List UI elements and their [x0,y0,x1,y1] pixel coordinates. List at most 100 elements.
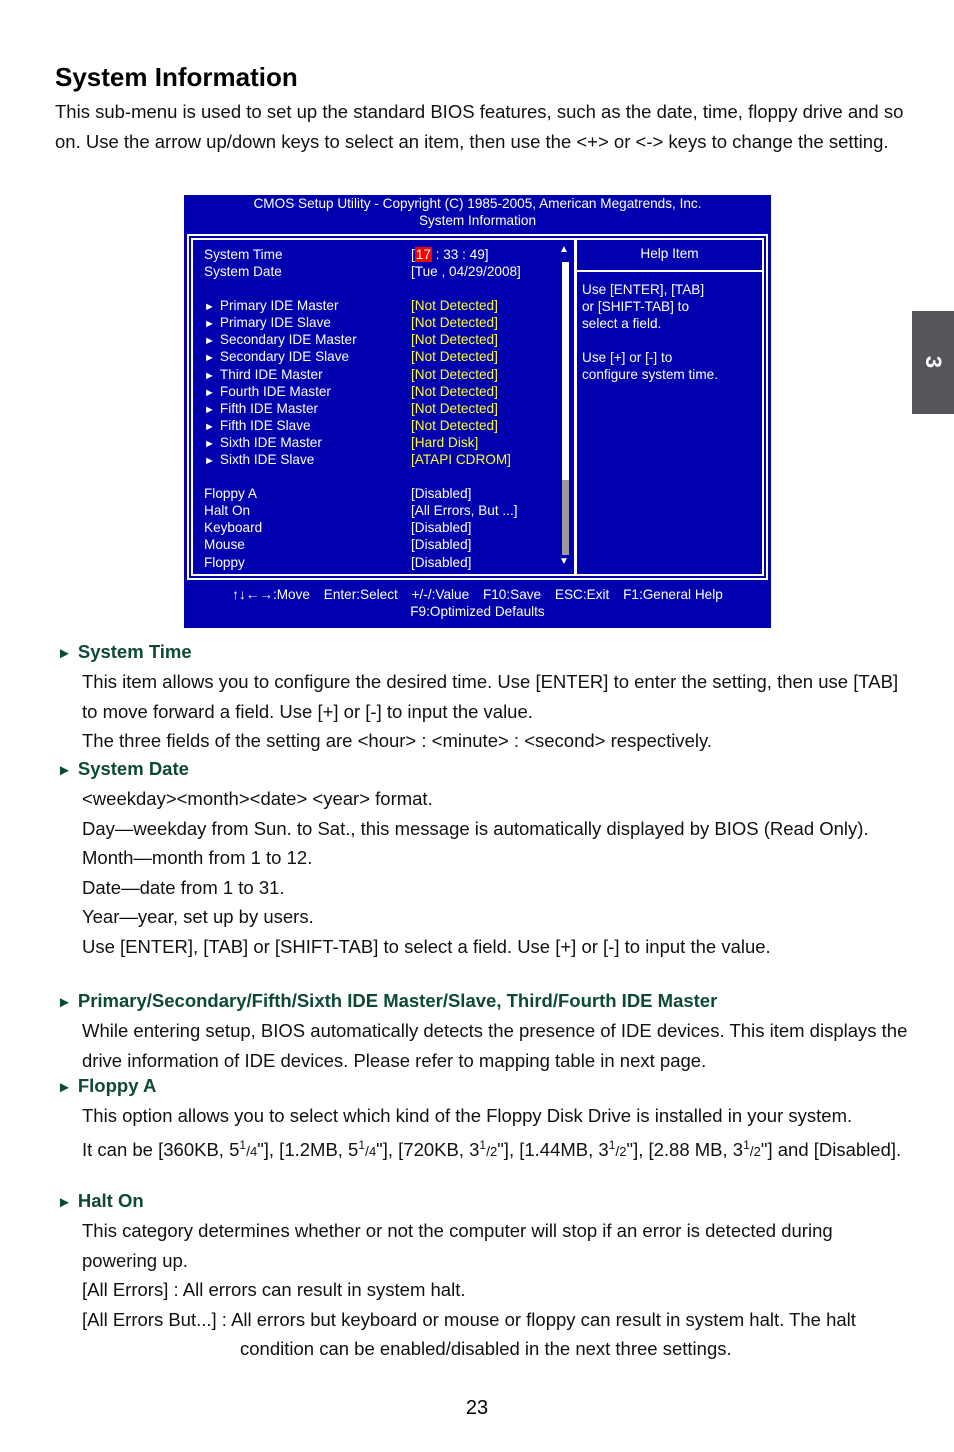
setting-row[interactable]: ► Sixth IDE Slave [ATAPI CDROM] [204,451,554,468]
fraction-denominator: 2 [619,1143,627,1159]
help-text: Use [ENTER], [TAB] or [SHIFT-TAB] to sel… [582,281,760,400]
setting-row[interactable]: ► Primary IDE Slave [Not Detected] [204,314,554,331]
help-title: Help Item [640,246,699,261]
setting-value[interactable]: [All Errors, But ...] [411,502,518,519]
system-time-description: This item allows you to configure the de… [82,667,912,756]
time-rest: : 33 : 49] [431,247,489,262]
setting-value[interactable]: [Disabled] [411,554,471,571]
setting-label-text: Mouse [204,537,245,553]
setting-system-date[interactable]: System Date [Tue , 04/29/2008] [204,263,554,280]
page-title: System Information [55,62,298,92]
setting-value[interactable]: [Hard Disk] [411,434,478,451]
bios-inner-frame: System Time [17 : 33 : 49] System Date [… [191,238,764,576]
setting-value[interactable]: [Not Detected] [411,383,498,400]
setting-value[interactable]: [17 : 33 : 49] [411,246,489,263]
setting-value[interactable]: [Not Detected] [411,297,498,314]
submenu-arrow-icon: ► [204,437,215,450]
key-save: F10:Save [482,587,542,602]
key-defaults: F9:Optimized Defaults [410,604,545,619]
setting-label: Keyboard [204,519,262,536]
setting-value[interactable]: [Disabled] [411,519,471,536]
setting-row[interactable]: ► Fourth IDE Master [Not Detected] [204,383,554,400]
help-line: configure system time. [582,367,718,382]
time-hour-field[interactable]: 17 [414,247,432,262]
help-line: select a field. [582,316,662,331]
paragraph-line: While entering setup, BIOS automatically… [82,1020,908,1071]
setting-value[interactable]: [Not Detected] [411,314,498,331]
fraction-denominator: 2 [753,1143,761,1159]
paragraph-line: This item allows you to configure the de… [82,671,899,722]
setting-value[interactable]: [Disabled] [411,485,471,502]
bullet-arrow-icon: ► [57,762,72,779]
setting-row[interactable]: Floppy A [Disabled] [204,485,554,502]
key-value: +/-/:Value [411,587,470,602]
system-date-description: <weekday><month><date> <year> format. Da… [82,784,912,961]
ide-description: While entering setup, BIOS automatically… [82,1016,912,1075]
setting-value[interactable]: [Not Detected] [411,400,498,417]
setting-row[interactable]: ► Third IDE Master [Not Detected] [204,366,554,383]
setting-row[interactable]: ► Fifth IDE Master [Not Detected] [204,400,554,417]
paragraph-line: This option allows you to select which k… [82,1105,853,1126]
setting-row[interactable]: ► Primary IDE Master [Not Detected] [204,297,554,314]
floppy-a-description: This option allows you to select which k… [82,1101,912,1166]
setting-row[interactable]: Keyboard [Disabled] [204,519,554,536]
submenu-arrow-icon: ► [204,403,215,416]
chapter-number: 3 [921,355,946,369]
submenu-arrow-icon: ► [204,318,215,331]
setting-value[interactable]: [Not Detected] [411,331,498,348]
heading-halt-on: ► Halt On [57,1190,144,1212]
setting-value[interactable]: [Tue , 04/29/2008] [411,263,521,280]
scrollbar-thumb[interactable] [562,262,569,480]
setting-label: System Time [204,247,283,262]
setting-value[interactable]: [Not Detected] [411,417,498,434]
help-divider [577,270,762,272]
bullet-arrow-icon: ► [57,1194,72,1211]
bios-key-legend: ↑↓←→:Move Enter:Select +/-/:Value F10:Sa… [184,586,771,620]
heading-text: System Time [77,641,192,662]
setting-label-text: Floppy [204,554,245,570]
setting-value[interactable]: [Disabled] [411,536,471,553]
bios-screen-title: System Information [418,213,537,228]
bios-frame: System Time [17 : 33 : 49] System Date [… [187,234,768,580]
bullet-arrow-icon: ► [57,1079,72,1096]
setting-system-time[interactable]: System Time [17 : 33 : 49] [204,246,554,263]
heading-text: Floppy A [77,1075,157,1096]
heading-ide: ► Primary/Secondary/Fifth/Sixth IDE Maste… [57,990,717,1012]
setting-row[interactable]: Mouse [Disabled] [204,536,554,553]
setting-row[interactable]: ► Fifth IDE Slave [Not Detected] [204,417,554,434]
key-help: F1:General Help [623,587,723,602]
intro-paragraph: This sub-menu is used to set up the stan… [55,101,904,152]
paragraph-line: <weekday><month><date> <year> format. [82,788,433,809]
setting-value[interactable]: [Not Detected] [411,366,498,383]
setting-label: Floppy A [204,485,257,502]
setting-row[interactable]: ► Sixth IDE Master [Hard Disk] [204,434,554,451]
paragraph-line: Month—month from 1 to 12. [82,847,313,868]
scroll-down-arrow-icon[interactable]: ▼ [559,556,569,568]
heading-system-date: ► System Date [57,758,189,780]
key-select: Enter:Select [323,587,398,602]
scroll-up-arrow-icon[interactable]: ▲ [559,244,569,256]
setting-label-text: Third IDE Master [219,366,323,382]
scrollbar-track[interactable] [562,480,569,555]
option-text: "], [720KB, 3 [376,1138,480,1160]
bios-screenshot: CMOS Setup Utility - Copyright (C) 1985-… [184,195,771,628]
setting-label-text: Secondary IDE Slave [219,349,350,365]
setting-row[interactable]: ► Secondary IDE Master [Not Detected] [204,331,554,348]
submenu-arrow-icon: ► [204,335,215,348]
floppy-options: [360KB, 51/4"], [1.2MB, 51/4"], [720KB, … [158,1137,901,1160]
fraction-numerator: 1 [743,1137,750,1152]
setting-value[interactable]: [ATAPI CDROM] [411,451,511,468]
setting-label-text: Fifth IDE Slave [219,417,311,433]
paragraph-line: This category determines whether or not … [82,1220,833,1271]
heading-text: Primary/Secondary/Fifth/Sixth IDE Master… [77,990,718,1011]
setting-row[interactable]: Floppy [Disabled] [204,554,554,571]
key-exit: ESC:Exit [554,587,610,602]
setting-label-text: Fifth IDE Master [219,400,319,416]
setting-row[interactable]: Halt On [All Errors, But ...] [204,502,554,519]
setting-value[interactable]: [Not Detected] [411,348,498,365]
setting-label: Floppy [204,554,245,571]
paragraph-line: Date—date from 1 to 31. [82,876,285,898]
setting-row[interactable]: ► Secondary IDE Slave [Not Detected] [204,348,554,365]
settings-list: System Time [17 : 33 : 49] System Date [… [204,246,554,571]
